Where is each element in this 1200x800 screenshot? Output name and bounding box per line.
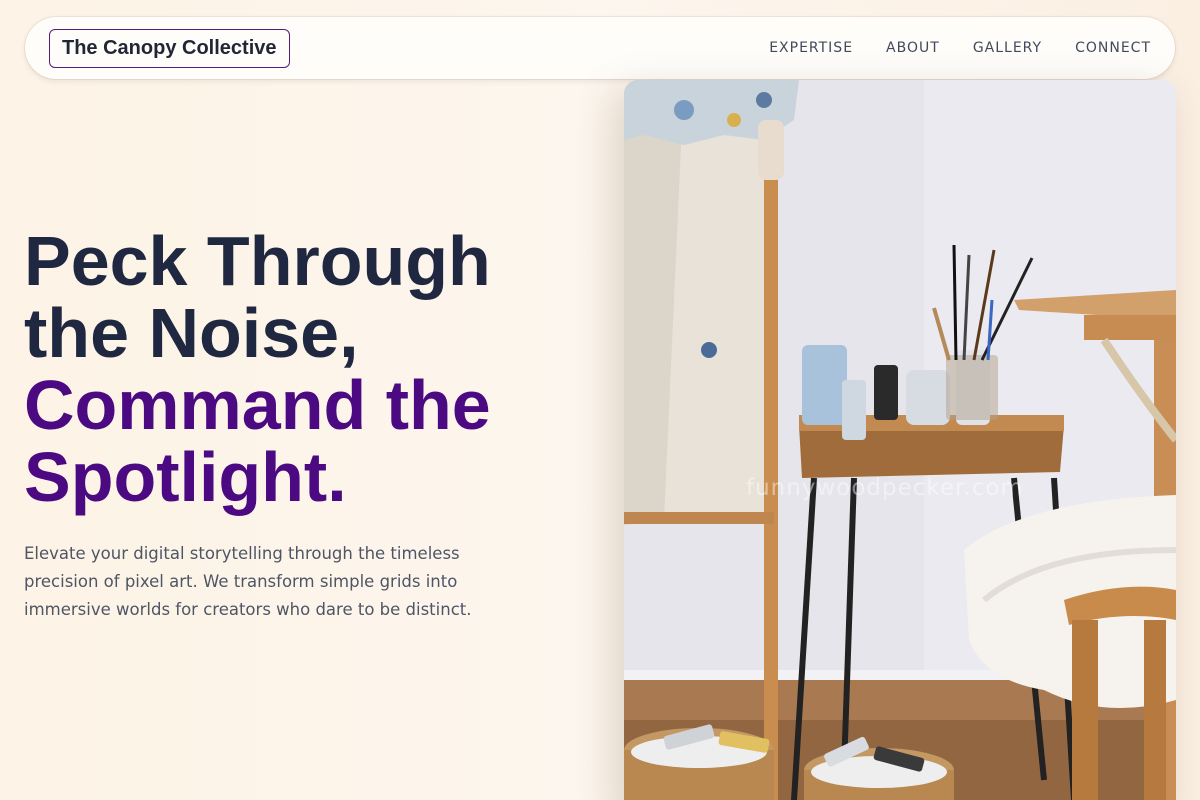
nav-link-about[interactable]: ABOUT (886, 40, 940, 56)
top-navigation: The Canopy Collective EXPERTISE ABOUT GA… (25, 17, 1175, 79)
nav-link-gallery[interactable]: GALLERY (973, 40, 1042, 56)
nav-link-expertise[interactable]: EXPERTISE (769, 40, 853, 56)
hero-subtitle: Elevate your digital storytelling throug… (24, 544, 472, 619)
nav-links: EXPERTISE ABOUT GALLERY CONNECT (769, 40, 1151, 56)
nav-link-connect[interactable]: CONNECT (1075, 40, 1151, 56)
hero-title-line-4: Spotlight. (24, 438, 347, 516)
image-watermark: funnywoodpecker.com (746, 475, 1024, 501)
hero-title-line-3: Command the (24, 366, 491, 444)
studio-illustration (624, 80, 1176, 800)
landing-page: The Canopy Collective EXPERTISE ABOUT GA… (0, 0, 1200, 800)
hero-title: Peck Through the Noise, Command the Spot… (24, 225, 584, 513)
hero-title-line-2: the Noise, (24, 294, 359, 372)
hero-title-line-1: Peck Through (24, 222, 491, 300)
brand-logo[interactable]: The Canopy Collective (49, 28, 290, 68)
hero-image: funnywoodpecker.com (624, 80, 1176, 800)
